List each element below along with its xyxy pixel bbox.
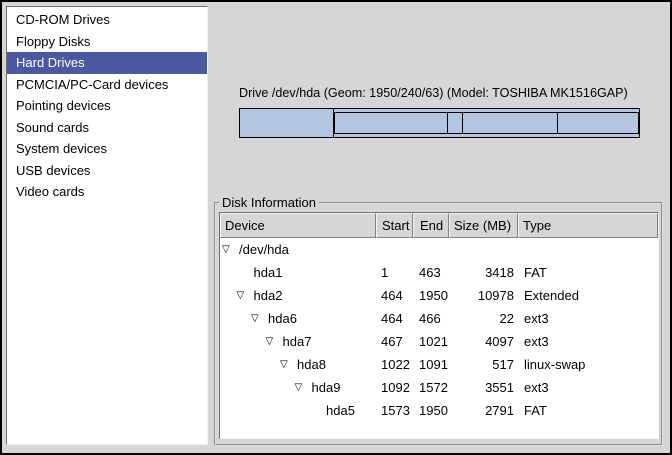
start-cell: 467 [376,330,413,353]
start-cell: 1573 [376,399,413,422]
start-cell: 1092 [376,376,413,399]
start-cell: 1 [376,261,413,284]
partition-diagram [239,108,640,138]
end-cell: 466 [413,307,449,330]
device-name: /dev/hda [239,238,289,261]
device-category-list[interactable]: CD-ROM DrivesFloppy DisksHard DrivesPCMC… [6,6,208,445]
size-cell: 3551 [449,376,518,399]
partition-segment-hda7 [335,113,448,133]
disk-information-label: Disk Information [219,195,319,210]
table-row-hda2[interactable]: ▽hda2464195010978Extended [220,284,658,307]
end-cell: 1950 [413,284,449,307]
device-cell: ▽hda1 [220,261,376,284]
device-name: hda7 [283,330,312,353]
table-row-hda9[interactable]: ▽hda9109215723551ext3 [220,376,658,399]
column-header-device[interactable]: Device [220,213,376,238]
device-name: hda2 [254,284,283,307]
column-header-end[interactable]: End [413,213,449,238]
size-cell: 2791 [449,399,518,422]
sidebar-item-sound-cards[interactable]: Sound cards [7,117,207,139]
table-row-dev-hda[interactable]: ▽/dev/hda [220,238,658,261]
sidebar-item-video-cards[interactable]: Video cards [7,181,207,203]
start-cell [376,238,413,261]
sidebar-item-floppy-disks[interactable]: Floppy Disks [7,31,207,53]
partition-segment-hda5 [558,113,638,133]
tree-expander-icon[interactable]: ▽ [237,291,254,301]
device-cell: ▽hda2 [220,284,376,307]
tree-expander-icon[interactable]: ▽ [295,383,312,393]
sidebar-item-usb-devices[interactable]: USB devices [7,160,207,182]
tree-expander-icon[interactable]: ▽ [280,360,297,370]
device-cell: ▽hda9 [220,376,376,399]
partition-segment-hda9 [463,113,559,133]
table-row-hda1[interactable]: ▽hda114633418FAT [220,261,658,284]
end-cell: 463 [413,261,449,284]
table-row-hda7[interactable]: ▽hda746710214097ext3 [220,330,658,353]
end-cell [413,238,449,261]
end-cell: 1950 [413,399,449,422]
size-cell: 22 [449,307,518,330]
type-cell: ext3 [518,307,658,330]
type-cell: Extended [518,284,658,307]
type-cell [518,238,658,261]
table-row-hda6[interactable]: ▽hda646446622ext3 [220,307,658,330]
disk-information-table[interactable]: Device Start End Size (MB) Type ▽/dev/hd… [219,212,659,439]
device-cell: ▽hda7 [220,330,376,353]
hardware-browser-window: CD-ROM DrivesFloppy DisksHard DrivesPCMC… [0,0,672,455]
device-cell: ▽hda6 [220,307,376,330]
end-cell: 1021 [413,330,449,353]
device-name: hda9 [312,376,341,399]
size-cell [449,238,518,261]
column-header-type[interactable]: Type [518,213,658,238]
size-cell: 10978 [449,284,518,307]
sidebar-item-pointing-devices[interactable]: Pointing devices [7,95,207,117]
sidebar-item-pcmcia-pc-card-devices[interactable]: PCMCIA/PC-Card devices [7,74,207,96]
start-cell: 464 [376,284,413,307]
partition-segment-hda1 [240,109,334,137]
table-row-hda5[interactable]: ▽hda5157319502791FAT [220,399,658,422]
table-body: ▽/dev/hda▽hda114633418FAT▽hda24641950109… [220,238,658,422]
device-cell: ▽/dev/hda [220,238,376,261]
device-cell: ▽hda5 [220,399,376,422]
type-cell: ext3 [518,330,658,353]
partition-segment-hda8 [448,113,463,133]
start-cell: 464 [376,307,413,330]
extended-partition-inner [334,112,639,134]
type-cell: FAT [518,399,658,422]
device-name: hda1 [254,261,283,284]
end-cell: 1091 [413,353,449,376]
sidebar-item-hard-drives[interactable]: Hard Drives [7,52,207,74]
size-cell: 517 [449,353,518,376]
type-cell: FAT [518,261,658,284]
end-cell: 1572 [413,376,449,399]
table-header-row: Device Start End Size (MB) Type [220,213,658,238]
device-name: hda8 [297,353,326,376]
table-row-hda8[interactable]: ▽hda810221091517linux-swap [220,353,658,376]
column-header-size[interactable]: Size (MB) [449,213,518,238]
column-header-start[interactable]: Start [376,213,413,238]
sidebar-item-cd-rom-drives[interactable]: CD-ROM Drives [7,9,207,31]
type-cell: ext3 [518,376,658,399]
size-cell: 3418 [449,261,518,284]
partition-segment-hda2-extended [334,109,639,137]
tree-expander-icon[interactable]: ▽ [222,245,239,255]
size-cell: 4097 [449,330,518,353]
type-cell: linux-swap [518,353,658,376]
device-name: hda5 [326,399,355,422]
tree-expander-icon[interactable]: ▽ [251,314,268,324]
device-name: hda6 [268,307,297,330]
tree-expander-icon[interactable]: ▽ [266,337,283,347]
device-cell: ▽hda8 [220,353,376,376]
start-cell: 1022 [376,353,413,376]
disk-information-frame: Disk Information Device Start End Size (… [214,202,663,446]
drive-title: Drive /dev/hda (Geom: 1950/240/63) (Mode… [239,86,649,100]
sidebar-item-system-devices[interactable]: System devices [7,138,207,160]
